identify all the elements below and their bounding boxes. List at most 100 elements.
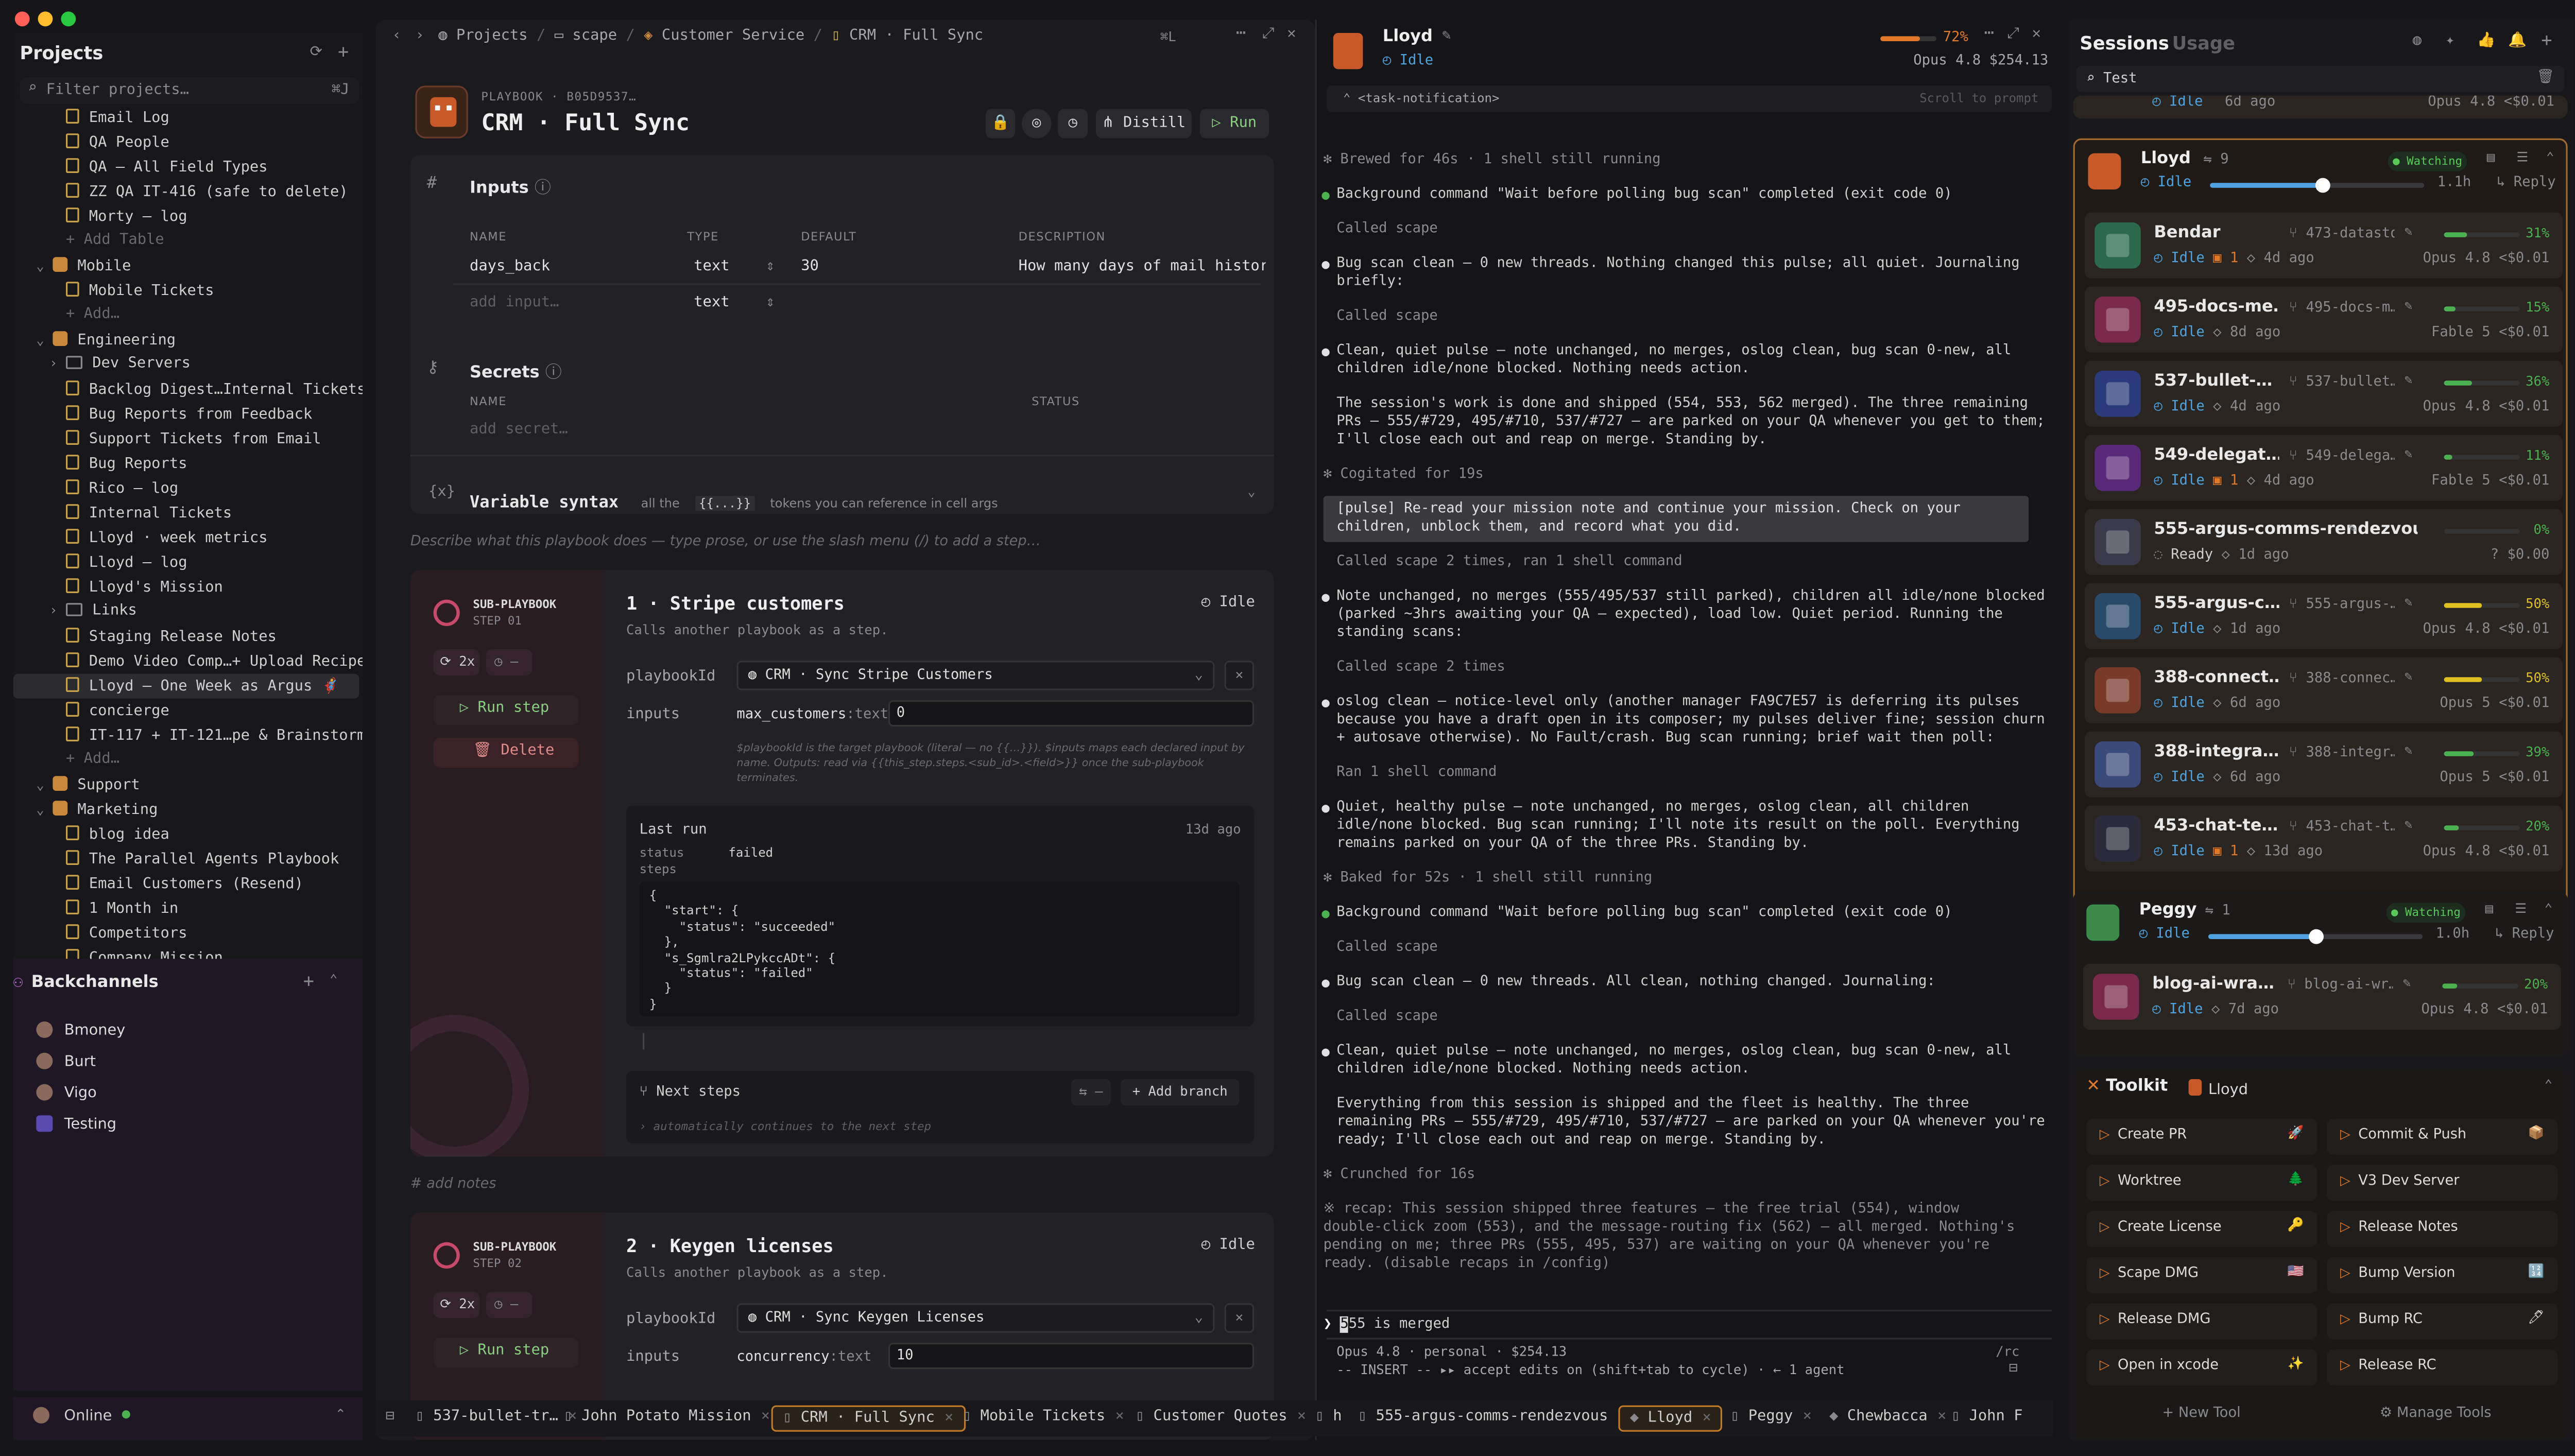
- bug-off-icon[interactable]: ✦: [2446, 33, 2454, 49]
- online-status[interactable]: Online ⌃: [13, 1397, 363, 1440]
- backchannel-item[interactable]: Burt: [36, 1052, 96, 1071]
- chevron-down-icon[interactable]: ⌄: [36, 333, 53, 348]
- group-name[interactable]: Peggy: [2139, 901, 2197, 919]
- breadcrumb-item[interactable]: scape: [572, 28, 617, 44]
- tool-button[interactable]: ▷ Release Notes: [2327, 1211, 2558, 1247]
- tree-item[interactable]: Email Customers (Resend): [13, 872, 359, 896]
- input-value-field[interactable]: 10: [888, 1343, 1255, 1370]
- edit-icon[interactable]: ✎: [2405, 595, 2412, 610]
- add-branch-button[interactable]: + Add branch: [1121, 1079, 1240, 1106]
- list-icon[interactable]: ☰: [2516, 150, 2528, 165]
- bottom-tab[interactable]: ▯ CRM · Full Sync ×: [771, 1405, 965, 1432]
- tab-sessions[interactable]: Sessions: [2080, 33, 2169, 55]
- chevron-down-icon[interactable]: ⌄: [1247, 484, 1255, 499]
- reply-button[interactable]: ↳ Reply: [2495, 926, 2554, 942]
- delete-step-button[interactable]: 🗑 Delete: [433, 738, 579, 768]
- tree-item[interactable]: concierge: [13, 699, 359, 723]
- clear-playbook-button[interactable]: ✕: [1224, 1303, 1255, 1333]
- tree-item[interactable]: IT-117 + IT-121…pe & Brainstorm: [13, 723, 363, 748]
- tree-item[interactable]: Bug Reports from Feedback: [13, 402, 359, 427]
- tree-item[interactable]: ZZ QA IT-416 (safe to delete): [13, 180, 359, 204]
- edit-icon[interactable]: ✎: [2405, 743, 2412, 758]
- tree-item[interactable]: + Add…: [13, 303, 359, 328]
- collapse-chevron-icon[interactable]: ⌃: [330, 972, 337, 987]
- bottom-tab[interactable]: ▯ Customer Quotes ×: [1126, 1400, 1316, 1433]
- tool-button[interactable]: ▷ Worktree 🌲: [2086, 1165, 2318, 1201]
- tool-button[interactable]: ▷ Open in xcode ✨: [2086, 1349, 2318, 1386]
- tree-item[interactable]: Lloyd's Mission: [13, 575, 359, 600]
- back-arrow-icon[interactable]: ‹: [392, 28, 401, 44]
- playbook-select[interactable]: ◍ CRM · Sync Keygen Licenses ⌄: [736, 1303, 1215, 1333]
- close-window-button[interactable]: [14, 11, 30, 27]
- tree-item[interactable]: Bug Reports: [13, 452, 359, 476]
- retries-badge[interactable]: ⟳ 2x: [433, 649, 480, 675]
- tree-item[interactable]: Internal Tickets: [13, 501, 359, 526]
- note-icon[interactable]: ▤: [2487, 150, 2495, 165]
- tool-button[interactable]: ▷ Release RC: [2327, 1349, 2558, 1386]
- agent-session-row[interactable]: 495-docs-me… ⑂ 495-docs-m… ✎ 15% ◴ Idle ◇ 8d…: [2085, 286, 2563, 353]
- tree-item[interactable]: 1 Month in: [13, 896, 359, 921]
- bottom-tab[interactable]: ◆ Lloyd ×: [1618, 1405, 1723, 1432]
- add-backchannel-icon[interactable]: +: [303, 970, 314, 992]
- breadcrumb-item[interactable]: Projects: [456, 28, 528, 44]
- edit-icon[interactable]: ✎: [2405, 298, 2412, 313]
- tree-item[interactable]: Staging Release Notes: [13, 625, 359, 649]
- bottom-tab[interactable]: ▯ 555-argus-comms-rendezvous×: [1348, 1400, 1637, 1433]
- prompt-input[interactable]: ❯ 555 is merged: [1324, 1310, 2016, 1336]
- tool-button[interactable]: ▷ Release DMG: [2086, 1303, 2318, 1340]
- tree-item[interactable]: Email Log: [13, 106, 359, 130]
- interval-slider[interactable]: [2208, 929, 2423, 944]
- breadcrumb-item[interactable]: Customer Service: [662, 28, 804, 44]
- agent-session-row[interactable]: blog-ai-wra… ⑂ blog-ai-wr… ✎ 20% ◴ Idle ◇ 7d…: [2083, 964, 2561, 1030]
- filter-projects-input[interactable]: ⌕ Filter projects… ⌘J: [20, 77, 359, 104]
- tool-button[interactable]: ▷ Scape DMG 🇺🇸: [2086, 1257, 2318, 1293]
- bell-icon[interactable]: 🔔: [2508, 33, 2527, 49]
- tool-button[interactable]: ▷ Bump RC 🖊: [2327, 1303, 2558, 1340]
- variable-syntax-row[interactable]: Variable syntax all the {{...}} tokens y…: [470, 483, 998, 514]
- zoom-window-button[interactable]: [61, 11, 76, 27]
- backchannel-item[interactable]: Testing: [36, 1115, 116, 1134]
- add-secret-field[interactable]: add secret…: [470, 422, 568, 438]
- distill-button[interactable]: ⋔ Distill: [1096, 109, 1192, 138]
- chevron-right-icon[interactable]: ›: [49, 356, 66, 371]
- tree-item[interactable]: Lloyd — log: [13, 550, 359, 575]
- bottom-tab[interactable]: ◆ Chewbacca ×: [1819, 1400, 1956, 1433]
- tree-item[interactable]: + Add Table: [13, 229, 359, 254]
- edit-icon[interactable]: ✎: [2405, 669, 2412, 684]
- bottom-tab[interactable]: ▯ John F: [1942, 1400, 2033, 1433]
- tree-item[interactable]: Demo Video Comp…+ Upload Recipe: [13, 649, 363, 674]
- tool-button[interactable]: ▷ Commit & Push 📦: [2327, 1118, 2558, 1155]
- close-icon[interactable]: ✕: [1287, 26, 1296, 43]
- agent-session-row[interactable]: 555-argus-comms-rendezvous ✎ 0% ◌ Ready ◇ 1…: [2085, 509, 2563, 575]
- describe-placeholder[interactable]: Describe what this playbook does — type …: [410, 534, 1041, 550]
- edit-icon[interactable]: ✎: [2405, 372, 2412, 387]
- add-session-icon[interactable]: +: [2541, 30, 2552, 51]
- tree-item[interactable]: ⌄ Engineering: [13, 328, 359, 353]
- note-icon[interactable]: ▤: [2485, 901, 2493, 916]
- add-input-field[interactable]: add input…: [470, 295, 559, 311]
- expand-icon[interactable]: ⤢: [2007, 26, 2019, 43]
- interval-slider[interactable]: [2210, 178, 2425, 193]
- forward-arrow-icon[interactable]: ›: [415, 28, 424, 44]
- thumbs-up-icon[interactable]: 👍: [2477, 33, 2496, 49]
- run-button[interactable]: ▷ Run: [1199, 109, 1269, 138]
- chevron-up-icon[interactable]: ⌃: [2545, 901, 2552, 916]
- chevron-right-icon[interactable]: ›: [49, 603, 66, 618]
- input-description-field[interactable]: How many days of mail history th: [1019, 258, 1266, 275]
- timeout-badge[interactable]: ◷ –: [486, 1291, 533, 1318]
- sidebar-toggle-icon[interactable]: ⊟: [386, 1409, 394, 1425]
- bottom-tab[interactable]: ▯ Peggy ×: [1721, 1400, 1822, 1433]
- expand-icon[interactable]: ⤢: [1262, 26, 1274, 43]
- reply-button[interactable]: ↳ Reply: [2497, 175, 2556, 191]
- refresh-icon[interactable]: ⟳: [310, 44, 322, 61]
- tool-button[interactable]: ▷ V3 Dev Server: [2327, 1165, 2558, 1201]
- tree-item[interactable]: QA People: [13, 130, 359, 155]
- more-icon[interactable]: ⋯: [1984, 25, 1994, 43]
- bottom-tab[interactable]: ▯ John Potato Mission ×: [554, 1400, 780, 1433]
- tree-item[interactable]: Rico — log: [13, 476, 359, 501]
- chevron-up-icon[interactable]: ⌃: [2546, 150, 2554, 165]
- list-icon[interactable]: ☰: [2515, 901, 2527, 916]
- tree-item[interactable]: Company Mission: [13, 946, 359, 959]
- backchannel-item[interactable]: Vigo: [36, 1084, 97, 1102]
- tool-button[interactable]: ▷ Create PR 🚀: [2086, 1118, 2318, 1155]
